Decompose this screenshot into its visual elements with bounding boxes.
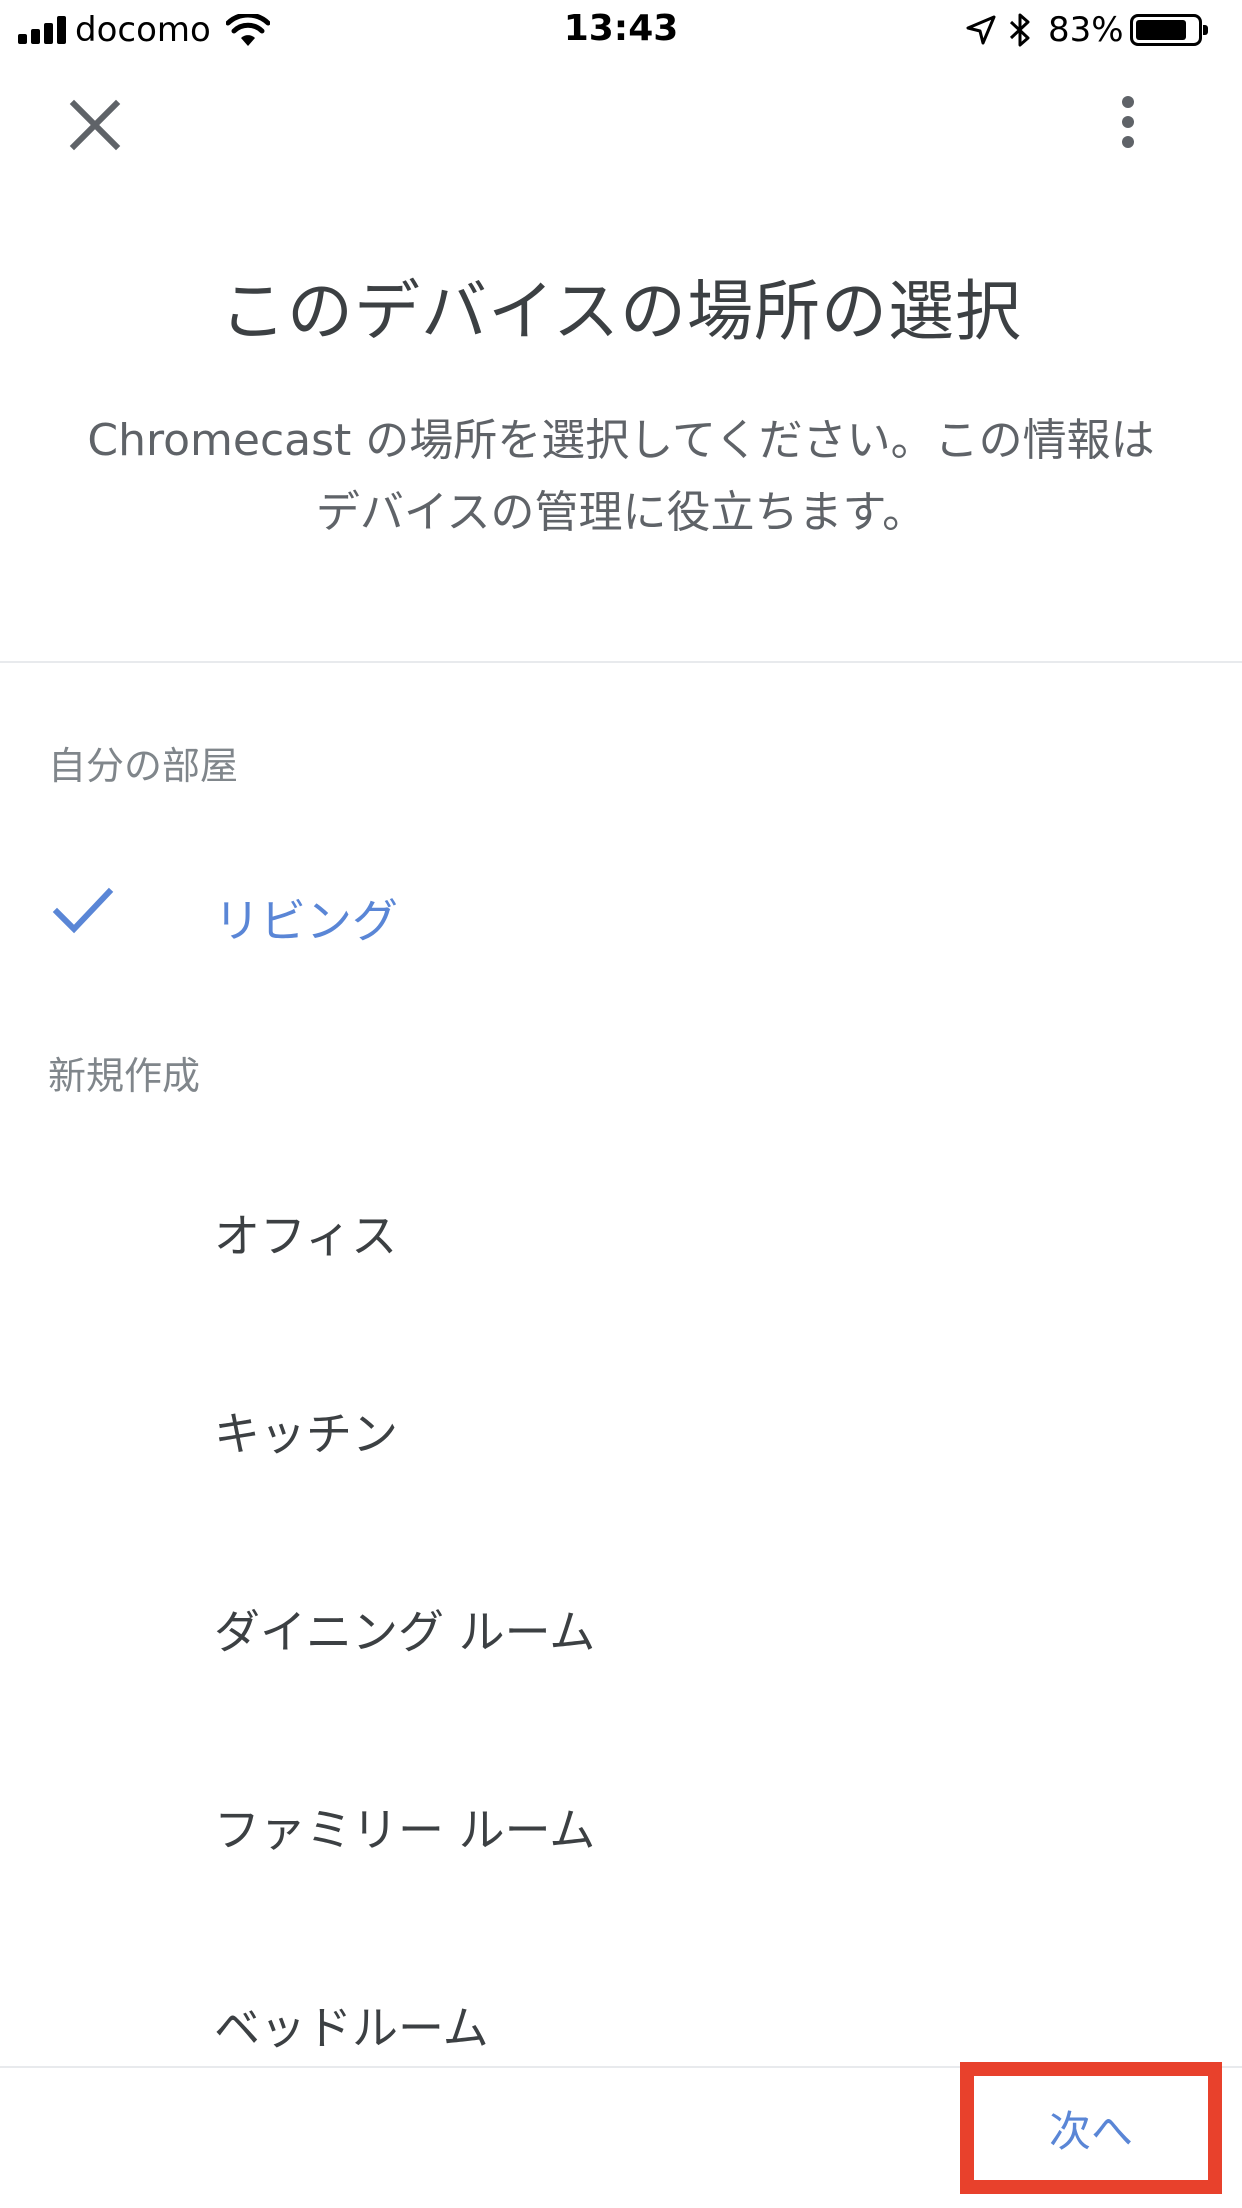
room-item-bedroom[interactable]: ベッドルーム: [0, 1957, 1242, 2077]
more-vert-icon[interactable]: [1110, 90, 1146, 160]
room-label: キッチン: [214, 1407, 398, 1461]
battery-icon: [1130, 14, 1208, 46]
room-label: ファミリー ルーム: [214, 1803, 596, 1857]
room-item-family-room[interactable]: ファミリー ルーム: [0, 1759, 1242, 1879]
section-header-my-rooms: 自分の部屋: [48, 744, 239, 788]
battery-nub: [1203, 25, 1208, 35]
battery-percent: 83%: [1048, 10, 1124, 50]
room-item-kitchen[interactable]: キッチン: [0, 1363, 1242, 1483]
check-icon: [52, 887, 114, 934]
room-label: ベッドルーム: [214, 2001, 489, 2055]
page-title: このデバイスの場所の選択: [219, 273, 1023, 350]
battery-fill: [1136, 20, 1186, 40]
header-divider: [0, 661, 1242, 663]
room-label: ダイニング ルーム: [214, 1605, 596, 1659]
location-icon: [966, 15, 996, 45]
close-icon[interactable]: [60, 90, 130, 160]
room-label: オフィス: [214, 1209, 398, 1263]
status-bar: docomo 13:43 83%: [0, 0, 1242, 60]
room-item-office[interactable]: オフィス: [0, 1165, 1242, 1285]
room-item-living[interactable]: リビング: [0, 850, 1242, 970]
room-label: リビング: [214, 894, 398, 948]
room-item-dining-room[interactable]: ダイニング ルーム: [0, 1561, 1242, 1681]
section-header-create-new: 新規作成: [48, 1054, 201, 1098]
bluetooth-icon: [1009, 13, 1030, 47]
page-description: Chromecast の場所を選択してください。この情報はデバイスの管理に役立ち…: [87, 415, 1155, 538]
next-button[interactable]: 次へ: [960, 2062, 1222, 2194]
